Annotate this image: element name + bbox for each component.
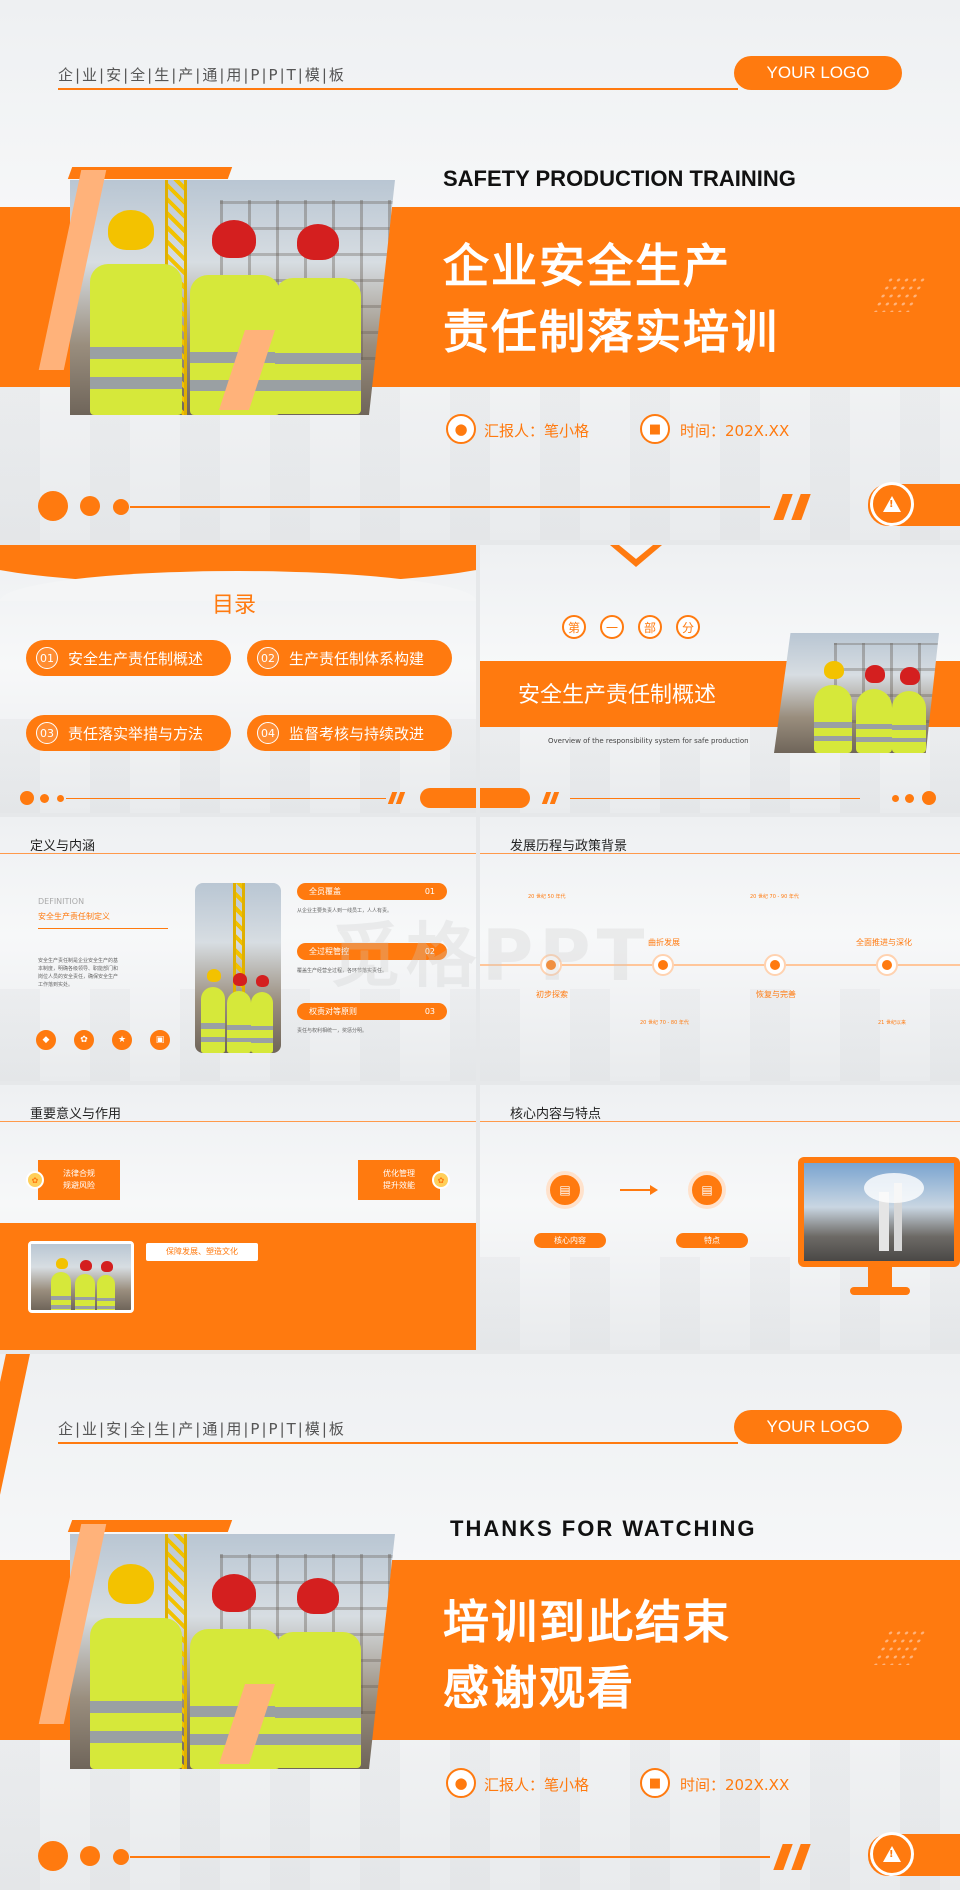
toc-item-4[interactable]: 04 监督考核与持续改进 [247, 715, 452, 751]
history-title: 发展历程与政策背景 [510, 839, 628, 854]
part-photo [774, 633, 939, 753]
user-icon: ● [446, 414, 476, 444]
star-icon: ★ [112, 1030, 132, 1050]
part-char-1: 第 [562, 615, 586, 639]
ending-calendar-icon: ■ [640, 1768, 670, 1798]
gear-icon: ✿ [74, 1030, 94, 1050]
toc-item-3[interactable]: 03 责任落实举措与方法 [26, 715, 231, 751]
core-label-1: 核心内容 [534, 1233, 606, 1248]
part-subtitle: Overview of the responsibility system fo… [548, 737, 749, 745]
monitor [798, 1157, 960, 1267]
ending-slide: 企|业|安|全|生|产|通|用|P|P|T|模|板 YOUR LOGO THAN… [0, 1354, 960, 1890]
definition-pill-3: 权责对等原则 03 [297, 1003, 447, 1020]
definition-label-cn: 安全生产责任制定义 [38, 912, 110, 921]
significance-banner: 保障发展、塑造文化 [146, 1243, 258, 1261]
core-slide: 核心内容与特点 ▤ ▤ 核心内容 特点 [480, 1085, 960, 1350]
significance-title: 重要意义与作用 [30, 1107, 122, 1122]
part-char-2: 一 [600, 615, 624, 639]
ending-time: 时间：202X.XX [680, 1776, 790, 1794]
cover-title-line2: 责任制落实培训 [443, 305, 779, 359]
report-icon: ▤ [688, 1171, 726, 1209]
cover-reporter: 汇报人：笔小格 [484, 422, 590, 440]
ending-tagline: 企|业|安|全|生|产|通|用|P|P|T|模|板 [58, 1420, 346, 1438]
right-tag-icon: ✿ [432, 1171, 450, 1189]
part-one-slide: 第 一 部 分 安全生产责任制概述 Overview of the respon… [480, 545, 960, 813]
chart-icon: ▤ [546, 1171, 584, 1209]
image-icon: ▣ [150, 1030, 170, 1050]
definition-photo [195, 883, 281, 1053]
significance-left-tag: 法律合规 规避风险 [38, 1160, 120, 1200]
timeline-node-4 [876, 954, 898, 976]
ending-warning-icon [870, 1832, 914, 1876]
core-label-2: 特点 [676, 1233, 748, 1248]
part-char-3: 部 [638, 615, 662, 639]
toc-item-2[interactable]: 02 生产责任制体系构建 [247, 640, 452, 676]
definition-body: 安全生产责任制是企业安全生产的基本制度，明确各级领导、职能部门和岗位人员的安全责… [38, 958, 119, 988]
significance-right-tag: 优化管理 提升效能 [358, 1160, 440, 1200]
ending-english-title: THANKS FOR WATCHING [450, 1516, 757, 1541]
significance-photo [28, 1241, 134, 1313]
toc-item-1[interactable]: 01 安全生产责任制概述 [26, 640, 231, 676]
ending-user-icon: ● [446, 1768, 476, 1798]
timeline-node-2 [652, 954, 674, 976]
toc-slide: 目录 01 安全生产责任制概述 02 生产责任制体系构建 03 责任落实举措与方法 0… [0, 545, 476, 813]
ending-reporter: 汇报人：笔小格 [484, 1776, 590, 1794]
cover-tagline: 企|业|安|全|生|产|通|用|P|P|T|模|板 [58, 66, 346, 84]
warning-icon [870, 482, 914, 526]
timeline-node-3 [764, 954, 786, 976]
part-title: 安全生产责任制概述 [518, 683, 717, 708]
significance-slide: 重要意义与作用 法律合规 规避风险 ✿ 优化管理 提升效能 ✿ 保障发展、塑造文化 [0, 1085, 476, 1350]
ending-title-line2: 感谢观看 [443, 1661, 635, 1715]
cover-logo: YOUR LOGO [734, 56, 902, 90]
watermark: 觅格PPT [330, 915, 651, 997]
ending-title-line1: 培训到此结束 [443, 1595, 731, 1649]
part-char-4: 分 [676, 615, 700, 639]
definition-label-en: DEFINITION [38, 897, 85, 906]
cover-english-title: SAFETY PRODUCTION TRAINING [443, 166, 796, 191]
cover-title-line1: 企业安全生产 [443, 239, 731, 293]
definition-title: 定义与内涵 [30, 839, 96, 854]
core-title: 核心内容与特点 [510, 1107, 602, 1122]
cover-time: 时间：202X.XX [680, 422, 790, 440]
definition-pill-1: 全员覆盖 01 [297, 883, 447, 900]
calendar-icon: ■ [640, 414, 670, 444]
ending-logo: YOUR LOGO [734, 1410, 902, 1444]
left-tag-icon: ✿ [26, 1171, 44, 1189]
shield-icon: ◆ [36, 1030, 56, 1050]
cover-slide: 企|业|安|全|生|产|通|用|P|P|T|模|板 YOUR LOGO SAFE… [0, 0, 960, 540]
toc-title: 目录 [212, 593, 257, 618]
